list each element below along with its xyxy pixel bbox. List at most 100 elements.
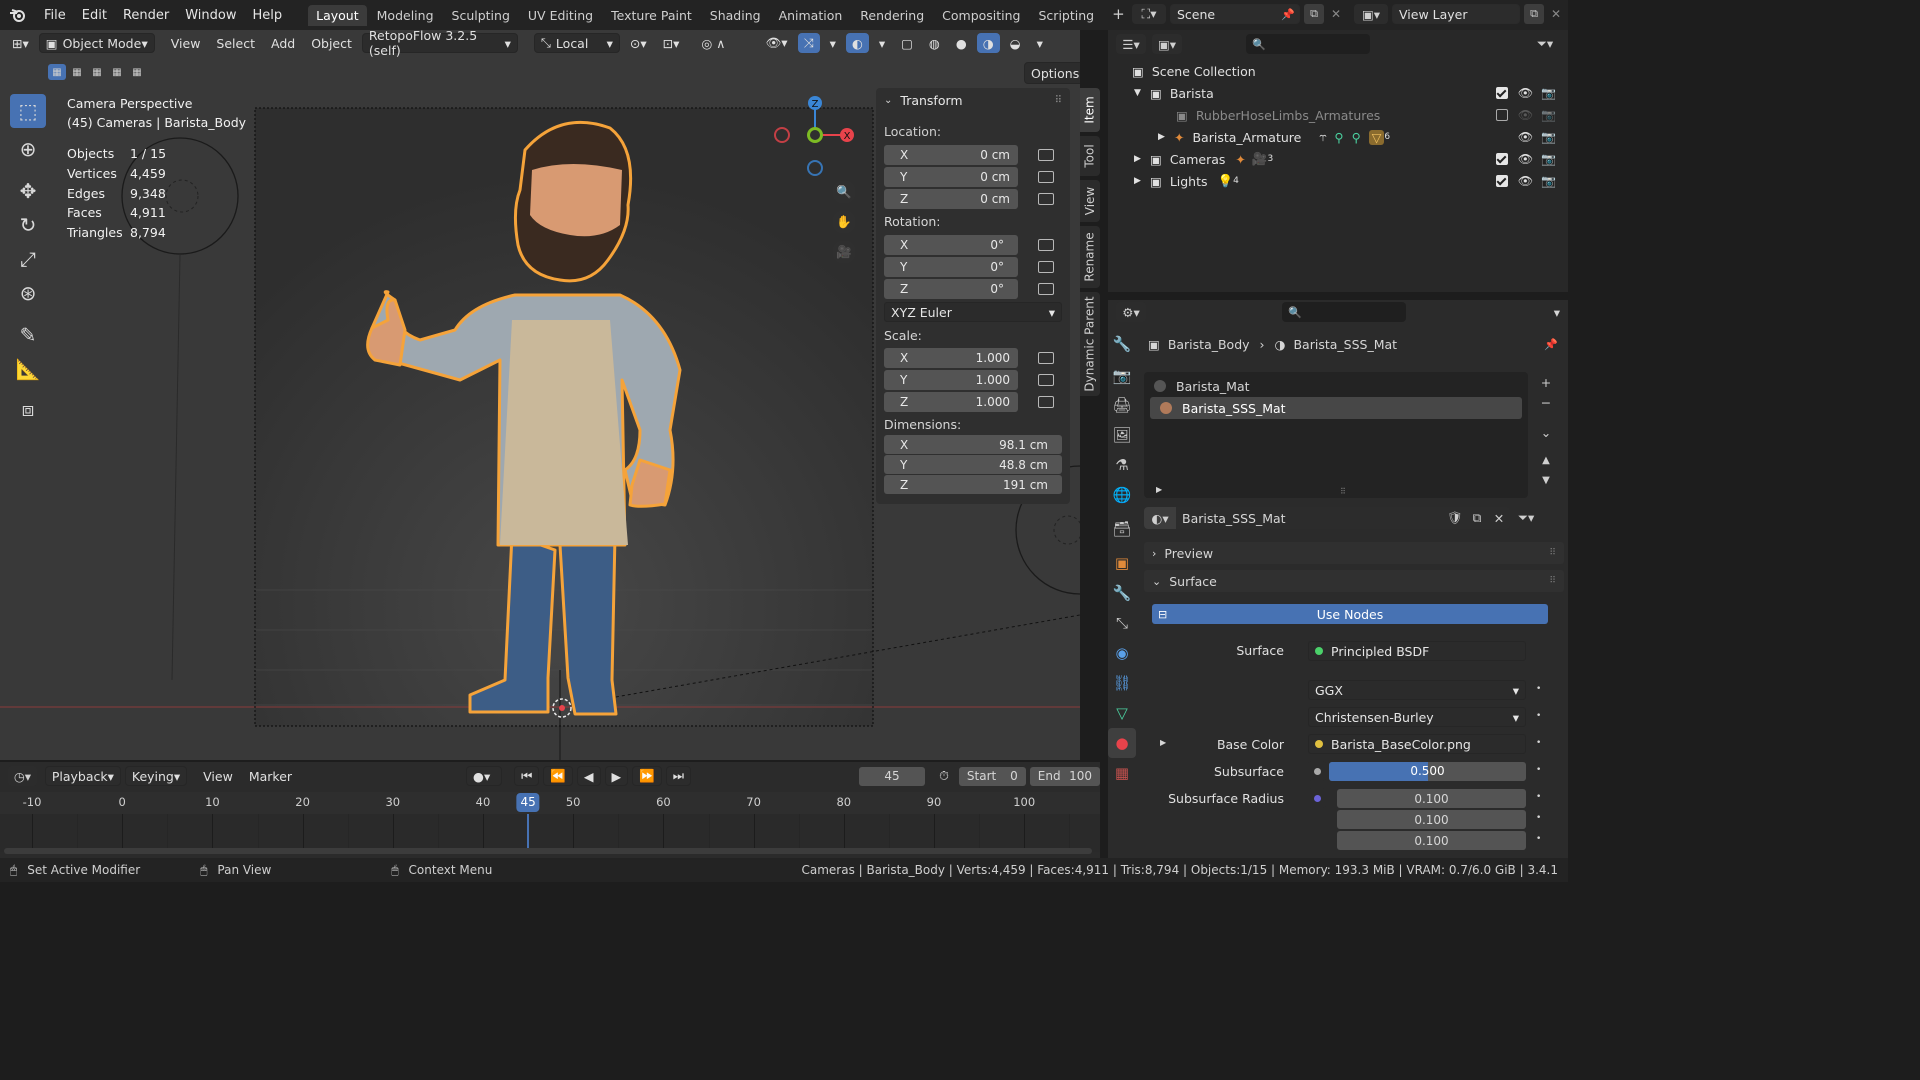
surface-panel-header[interactable]: ⌄ Surface ⠿	[1144, 570, 1564, 592]
lock-icon[interactable]	[1038, 283, 1054, 295]
chevron-down-icon[interactable]: ▾	[824, 33, 842, 53]
view-layer-selector[interactable]: View Layer	[1392, 4, 1520, 24]
scene-selector[interactable]: Scene 📌	[1170, 4, 1300, 24]
scene-icon[interactable]: ⛶▾	[1132, 4, 1166, 24]
menu-edit[interactable]: Edit	[74, 8, 115, 23]
jump-start-icon[interactable]: ⏮	[514, 766, 540, 786]
navigation-gizmo[interactable]: Z X	[770, 92, 860, 182]
outliner-row-rubberhose[interactable]: ▣ RubberHoseLimbs_Armatures 👁 📷	[1108, 104, 1568, 126]
jump-keyframe-back-icon[interactable]: ⏪	[543, 766, 573, 786]
chevron-down-icon[interactable]: ▾	[1554, 305, 1560, 320]
pivot-point-icon[interactable]: ⊙▾	[624, 33, 653, 53]
menu-object[interactable]: Object	[305, 33, 358, 53]
keyframe-dot-icon[interactable]: •	[1536, 738, 1541, 748]
xray-toggle-icon[interactable]: ▢	[895, 33, 919, 53]
data-tab-icon[interactable]: ▽	[1108, 698, 1136, 728]
new-view-layer-icon[interactable]: ⧉	[1524, 4, 1544, 24]
scale-x-field[interactable]: X 1.000	[884, 348, 1018, 368]
dimension-y-field[interactable]: Y 48.8 cm	[884, 455, 1062, 474]
cursor-tool-icon[interactable]: ⊕	[10, 132, 46, 166]
socket-gray-icon[interactable]	[1308, 761, 1326, 781]
pan-hand-icon[interactable]: ✋	[832, 210, 856, 234]
start-frame-field[interactable]: Start 0	[958, 766, 1026, 786]
rotation-y-field[interactable]: Y 0°	[884, 257, 1018, 277]
slot-menu-icon[interactable]: ⌄	[1536, 422, 1556, 442]
eye-icon[interactable]: 👁	[1518, 108, 1533, 122]
tab-layout[interactable]: Layout	[308, 5, 367, 26]
tab-compositing[interactable]: Compositing	[934, 5, 1028, 26]
base-color-field[interactable]: Barista_BaseColor.png	[1308, 734, 1526, 754]
keyframe-dot-icon[interactable]: •	[1536, 765, 1541, 775]
scale-z-field[interactable]: Z 1.000	[884, 392, 1018, 412]
radius-r-field[interactable]: 0.100	[1337, 789, 1526, 808]
location-z-field[interactable]: Z 0 cm	[884, 189, 1018, 209]
preview-panel-header[interactable]: › Preview ⠿	[1144, 542, 1564, 564]
add-workspace-icon[interactable]: +	[1104, 2, 1133, 26]
tab-dynamic-parent[interactable]: Dynamic Parent	[1080, 292, 1100, 396]
expand-arrow-icon[interactable]: ▶	[1160, 738, 1166, 747]
collection-tab-icon[interactable]: 🗃	[1108, 510, 1136, 548]
tab-texture-paint[interactable]: Texture Paint	[603, 5, 700, 26]
socket-purple-icon[interactable]	[1308, 788, 1326, 808]
playback-dropdown[interactable]: Playback ▾	[44, 766, 121, 786]
editor-type-icon[interactable]: ☰▾	[1116, 34, 1146, 54]
menu-marker[interactable]: Marker	[243, 766, 298, 786]
expand-arrow-icon[interactable]: ▶	[1134, 176, 1150, 186]
radius-b-field[interactable]: 0.100	[1337, 831, 1526, 850]
options-button[interactable]: Options ▾	[1024, 62, 1080, 84]
material-slot-active[interactable]: Barista_SSS_Mat	[1150, 397, 1522, 419]
play-reverse-icon[interactable]: ◀	[576, 766, 601, 786]
keyframe-dot-icon[interactable]: •	[1536, 834, 1541, 844]
shading-material-icon[interactable]: ◑	[976, 33, 1000, 53]
pin-icon[interactable]: 📌	[1281, 8, 1295, 21]
menu-help[interactable]: Help	[245, 8, 291, 23]
surface-shader-field[interactable]: Principled BSDF	[1308, 641, 1526, 661]
material-name-field[interactable]: Barista_SSS_Mat	[1176, 507, 1444, 529]
select-extend-icon[interactable]: ▦	[68, 64, 86, 80]
tab-view[interactable]: View	[1080, 180, 1100, 222]
select-intersect-icon[interactable]: ▦	[128, 64, 146, 80]
lock-icon[interactable]	[1038, 396, 1054, 408]
lock-icon[interactable]	[1038, 193, 1054, 205]
tab-rendering[interactable]: Rendering	[852, 5, 932, 26]
rotation-z-field[interactable]: Z 0°	[884, 279, 1018, 299]
keyframe-dot-icon[interactable]: •	[1536, 711, 1541, 721]
rotation-x-field[interactable]: X 0°	[884, 235, 1018, 255]
transform-orientation-dropdown[interactable]: ⤡ Local ▾	[533, 33, 620, 53]
editor-type-icon[interactable]: ⊞▾	[6, 33, 35, 53]
move-down-icon[interactable]: ▼	[1536, 470, 1556, 490]
shading-rendered-icon[interactable]: ◒	[1004, 33, 1027, 53]
tab-tool[interactable]: Tool	[1080, 136, 1100, 176]
shading-wireframe-icon[interactable]: ◍	[923, 33, 946, 53]
scale-tool-icon[interactable]: ⤢	[10, 242, 46, 276]
menu-add[interactable]: Add	[265, 33, 301, 53]
frame-ruler[interactable]: -10 0 10 20 30 40 50 60 70 80 90 100 45	[0, 792, 1100, 814]
lock-icon[interactable]	[1038, 171, 1054, 183]
eye-icon[interactable]: 👁	[1518, 86, 1533, 100]
view-layer-tab-icon[interactable]: 🖼	[1108, 420, 1136, 450]
outliner-row-scene-collection[interactable]: ▣ Scene Collection	[1108, 60, 1568, 82]
scale-y-field[interactable]: Y 1.000	[884, 370, 1018, 390]
location-y-field[interactable]: Y 0 cm	[884, 167, 1018, 187]
render-tab-icon[interactable]: 📷	[1108, 362, 1136, 390]
tab-animation[interactable]: Animation	[771, 5, 851, 26]
filter-icon[interactable]: ⏷▾	[1530, 34, 1560, 54]
outliner-row-cameras[interactable]: ▶ ▣ Cameras ✦ 🎥 3 👁 📷	[1108, 148, 1568, 170]
retopoflow-dropdown[interactable]: RetopoFlow 3.2.5 (self) ▾	[361, 30, 518, 58]
texture-tab-icon[interactable]: ▦	[1108, 758, 1136, 788]
mode-dropdown[interactable]: ▣ Object Mode ▾	[38, 33, 155, 53]
measure-tool-icon[interactable]: 📐	[10, 352, 46, 386]
tab-uv-editing[interactable]: UV Editing	[520, 5, 601, 26]
menu-view[interactable]: View	[165, 33, 207, 53]
move-tool-icon[interactable]: ✥	[10, 174, 46, 208]
tab-sculpting[interactable]: Sculpting	[444, 5, 518, 26]
tab-modeling[interactable]: Modeling	[369, 5, 442, 26]
select-subtract-icon[interactable]: ▦	[88, 64, 106, 80]
keyframe-dot-icon[interactable]: •	[1536, 813, 1541, 823]
stopwatch-icon[interactable]: ⏱	[933, 766, 955, 786]
material-slot[interactable]: Barista_Mat	[1144, 375, 1528, 397]
select-new-icon[interactable]: ▦	[48, 64, 66, 80]
play-icon[interactable]: ▶	[604, 766, 629, 786]
menu-view[interactable]: View	[197, 766, 239, 786]
drag-handle-icon[interactable]: ⠿	[1055, 95, 1062, 106]
